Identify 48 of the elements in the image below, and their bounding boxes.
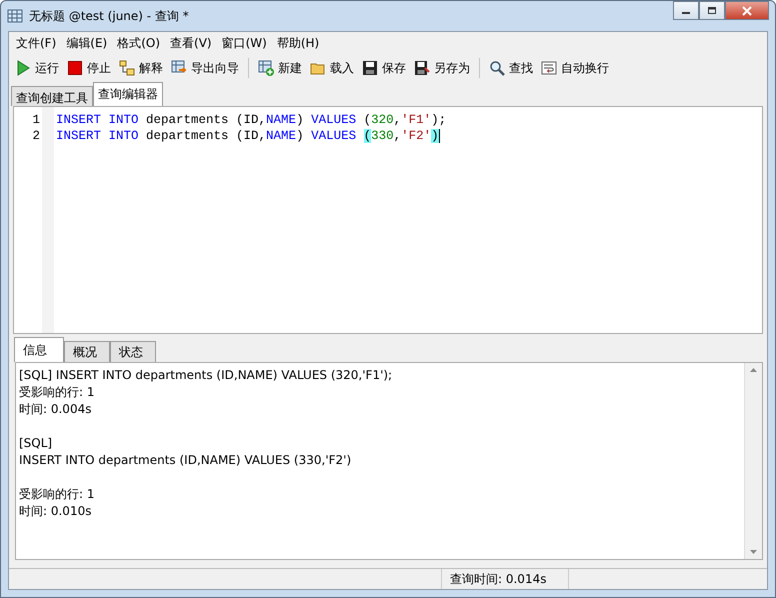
new-table-icon: [258, 60, 274, 76]
app-icon: [7, 8, 23, 24]
toolbar-button[interactable]: 查找: [486, 58, 536, 78]
minimize-button[interactable]: [673, 1, 699, 20]
tab[interactable]: 状态: [110, 341, 156, 362]
query-time: 查询时间: 0.014s: [442, 569, 569, 589]
maximize-icon: [706, 6, 718, 16]
tab[interactable]: 查询编辑器: [93, 82, 163, 106]
menu-item[interactable]: 格式(O): [112, 34, 166, 52]
maximize-button[interactable]: [699, 1, 725, 20]
message-line: 时间: 0.010s: [19, 503, 92, 520]
menu-item[interactable]: 查看(V): [165, 34, 217, 52]
tab[interactable]: 信息: [14, 337, 64, 362]
search-icon: [489, 60, 505, 76]
tab[interactable]: 查询创建工具: [11, 86, 93, 106]
close-button[interactable]: [725, 1, 769, 20]
stop-icon: [67, 60, 83, 76]
toolbar-button[interactable]: 另存为: [411, 58, 473, 78]
wrap-icon: [541, 60, 557, 76]
toolbar-button[interactable]: 导出向导: [168, 58, 242, 78]
close-icon: [741, 6, 753, 16]
toolbar-button[interactable]: 新建: [255, 58, 305, 78]
message-line: 时间: 0.004s: [19, 401, 92, 418]
toolbar-button[interactable]: 自动换行: [538, 58, 612, 78]
tab[interactable]: 概况: [64, 341, 110, 362]
menu-item[interactable]: 帮助(H): [272, 34, 324, 52]
code-line: INSERT INTO departments (ID,NAME) VALUES (320,'F1');: [56, 112, 446, 128]
play-icon: [15, 60, 31, 76]
code-line: INSERT INTO departments (ID,NAME) VALUES (330,'F2'): [56, 128, 439, 144]
toolbar-button[interactable]: 载入: [307, 58, 357, 78]
toolbar-button[interactable]: 解释: [116, 58, 166, 78]
code-editor[interactable]: 1 2 INSERT INTO departments (ID,NAME) VALUES (320,'F1'); INSERT INTO departments (ID,NAME) VALUES (330,'F2'): [13, 106, 763, 334]
toolbar-button[interactable]: 停止: [64, 58, 114, 78]
message-line: [SQL] INSERT INTO departments (ID,NAME) VALUES (320,'F1');: [19, 367, 394, 384]
window-title: 无标题 @test (june) - 查询 *: [29, 8, 189, 24]
toolbar-button[interactable]: 保存: [359, 58, 409, 78]
message-line: INSERT INTO departments (ID,NAME) VALUES (330,'F2'): [19, 452, 352, 469]
message-line: 受影响的行: 1: [19, 384, 96, 401]
diagram-icon: [119, 60, 135, 76]
menu-item[interactable]: 文件(F): [11, 34, 62, 52]
line-number: 2: [31, 128, 41, 144]
message-line: 受影响的行: 1: [19, 486, 96, 503]
menu-item[interactable]: 编辑(E): [61, 34, 112, 52]
line-number: 1: [31, 112, 41, 128]
scrollbar[interactable]: [744, 363, 762, 559]
toolbar-button[interactable]: 运行: [12, 58, 62, 78]
message-line: [SQL]: [19, 435, 54, 452]
menu-item[interactable]: 窗口(W): [216, 34, 272, 52]
